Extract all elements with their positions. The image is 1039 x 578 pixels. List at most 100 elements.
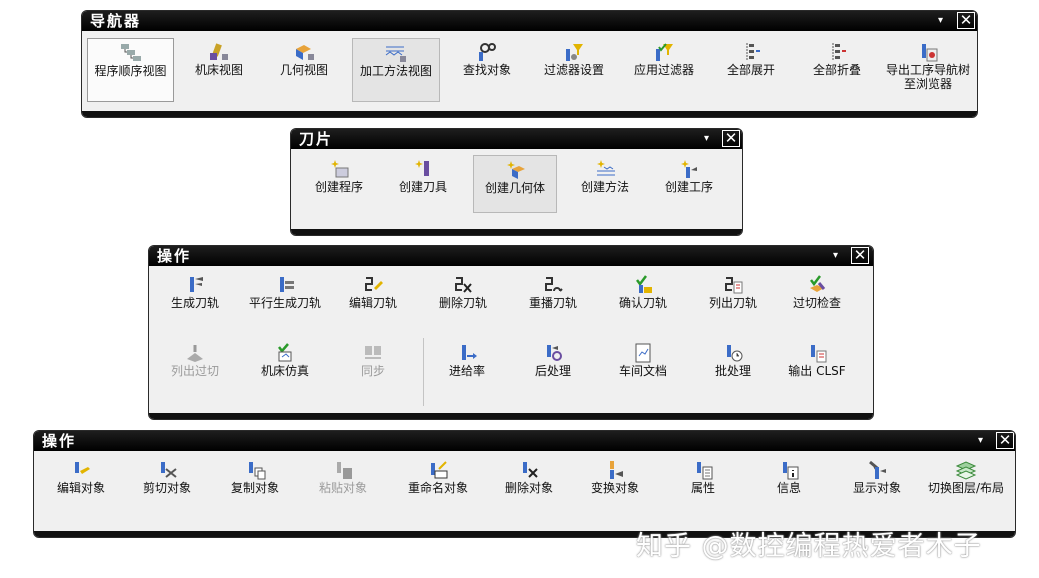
- replay-toolpath-label: 重播刀轨: [528, 296, 577, 310]
- program-order-view-button[interactable]: 程序顺序视图: [87, 38, 174, 102]
- feed-rate-label: 进给率: [448, 364, 485, 378]
- export-to-browser-button[interactable]: 导出工序导航树至浏览器: [882, 38, 974, 108]
- feed-rate-button[interactable]: 进给率: [429, 342, 505, 394]
- cut-object-button[interactable]: 剪切对象: [128, 459, 206, 511]
- close-icon[interactable]: ✕: [996, 432, 1014, 449]
- dropdown-arrow-icon[interactable]: ▾: [833, 249, 838, 263]
- show-object-button[interactable]: 显示对象: [838, 459, 916, 511]
- navigator-bottom-bar: [82, 111, 977, 117]
- apply-filter-label: 应用过滤器: [633, 63, 694, 77]
- delete-object-button[interactable]: 删除对象: [490, 459, 568, 511]
- replay-toolpath-button[interactable]: 重播刀轨: [515, 274, 591, 326]
- list-toolpath-icon: [725, 277, 743, 294]
- copy-object-button[interactable]: 复制对象: [216, 459, 294, 511]
- collapse-all-label: 全部折叠: [812, 63, 861, 77]
- apply-filter-button[interactable]: 应用过滤器: [622, 38, 706, 102]
- create-tool-label: 创建刀具: [398, 180, 447, 194]
- synchronize-button[interactable]: 同步: [335, 342, 411, 394]
- properties-icon: [697, 462, 713, 480]
- expand-all-label: 全部展开: [726, 63, 775, 77]
- machine-simulation-button[interactable]: 机床仿真: [241, 342, 329, 394]
- feed-rate-icon: [462, 345, 477, 360]
- parallel-generate-toolpath-button[interactable]: 平行生成刀轨: [241, 274, 329, 326]
- collapse-all-button[interactable]: 全部折叠: [798, 38, 876, 102]
- delete-toolpath-label: 删除刀轨: [438, 296, 487, 310]
- create-program-button[interactable]: 创建程序: [303, 155, 375, 213]
- verify-toolpath-icon: [636, 275, 652, 293]
- show-object-icon: [869, 460, 886, 479]
- filter-settings-button[interactable]: 过滤器设置: [532, 38, 616, 102]
- machining-method-view-button[interactable]: 加工方法视图: [352, 38, 440, 102]
- create-tool-button[interactable]: 创建刀具: [387, 155, 459, 213]
- delete-toolpath-button[interactable]: 删除刀轨: [425, 274, 501, 326]
- create-geometry-icon: [507, 161, 525, 179]
- shop-documentation-button[interactable]: 车间文档: [605, 342, 681, 394]
- switch-layer-layout-button[interactable]: 切换图层/布局: [924, 459, 1008, 519]
- batch-process-icon: [727, 345, 743, 362]
- edit-object-label: 编辑对象: [56, 481, 105, 495]
- find-object-button[interactable]: 查找对象: [448, 38, 526, 102]
- paste-object-button[interactable]: 粘贴对象: [304, 459, 382, 511]
- rename-object-icon: [431, 461, 448, 479]
- machine-simulation-icon: [278, 343, 292, 362]
- show-object-label: 显示对象: [852, 481, 901, 495]
- create-program-icon: [331, 160, 349, 178]
- close-icon[interactable]: ✕: [957, 12, 975, 29]
- gouge-check-label: 过切检查: [792, 296, 841, 310]
- machine-view-button[interactable]: 机床视图: [180, 38, 258, 102]
- list-gouges-label: 列出过切: [170, 364, 219, 378]
- verify-toolpath-label: 确认刀轨: [618, 296, 667, 310]
- dropdown-arrow-icon[interactable]: ▾: [938, 14, 943, 28]
- post-process-label: 后处理: [534, 364, 571, 378]
- objects-toolbar: 操作 ▾ ✕ 编辑对象 剪切对象 复制对象 粘贴对象 重命名对象 删除对象 变换…: [33, 430, 1016, 538]
- objects-title-bar[interactable]: 操作 ▾ ✕: [34, 431, 1015, 451]
- shop-documentation-icon: [635, 343, 651, 363]
- close-icon[interactable]: ✕: [722, 130, 740, 147]
- filter-settings-icon: [566, 44, 583, 61]
- rename-object-button[interactable]: 重命名对象: [392, 459, 484, 511]
- collapse-all-icon: [832, 43, 846, 61]
- rename-object-label: 重命名对象: [407, 481, 468, 495]
- verify-toolpath-button[interactable]: 确认刀轨: [605, 274, 681, 326]
- parallel-generate-toolpath-icon: [280, 277, 294, 292]
- dropdown-arrow-icon[interactable]: ▾: [978, 434, 983, 448]
- information-button[interactable]: 信息: [750, 459, 828, 511]
- copy-object-icon: [249, 462, 266, 480]
- shop-documentation-label: 车间文档: [618, 364, 667, 378]
- expand-all-button[interactable]: 全部展开: [712, 38, 790, 102]
- create-method-button[interactable]: 创建方法: [569, 155, 641, 213]
- post-process-button[interactable]: 后处理: [515, 342, 591, 394]
- edit-toolpath-icon: [365, 277, 383, 291]
- dropdown-arrow-icon[interactable]: ▾: [704, 132, 709, 146]
- transform-object-button[interactable]: 变换对象: [576, 459, 654, 511]
- machining-method-view-label: 加工方法视图: [359, 64, 432, 78]
- program-order-view-label: 程序顺序视图: [94, 64, 167, 78]
- delete-object-label: 删除对象: [504, 481, 553, 495]
- properties-button[interactable]: 属性: [664, 459, 742, 511]
- list-toolpath-button[interactable]: 列出刀轨: [695, 274, 771, 326]
- machine-view-label: 机床视图: [194, 63, 243, 77]
- batch-process-button[interactable]: 批处理: [695, 342, 771, 394]
- paste-object-icon: [337, 462, 352, 479]
- edit-object-button[interactable]: 编辑对象: [42, 459, 120, 511]
- create-method-label: 创建方法: [580, 180, 629, 194]
- operations-title-bar[interactable]: 操作 ▾ ✕: [149, 246, 873, 266]
- copy-object-label: 复制对象: [230, 481, 279, 495]
- export-to-browser-label: 导出工序导航树至浏览器: [885, 63, 970, 91]
- insert-title-bar[interactable]: 刀片 ▾ ✕: [291, 129, 742, 149]
- switch-layer-layout-icon: [955, 461, 977, 480]
- program-order-view-icon: [120, 44, 141, 61]
- list-gouges-button[interactable]: 列出过切: [155, 342, 235, 394]
- create-operation-button[interactable]: 创建工序: [653, 155, 725, 213]
- find-object-label: 查找对象: [462, 63, 511, 77]
- expand-all-icon: [746, 43, 760, 61]
- generate-toolpath-button[interactable]: 生成刀轨: [155, 274, 235, 326]
- gouge-check-button[interactable]: 过切检查: [777, 274, 857, 326]
- close-icon[interactable]: ✕: [851, 247, 869, 264]
- navigator-title-bar[interactable]: 导航器 ▾ ✕: [82, 11, 977, 31]
- output-clsf-button[interactable]: 输出 CLSF: [777, 342, 857, 394]
- create-geometry-button[interactable]: 创建几何体: [473, 155, 557, 213]
- insert-toolbar: 刀片 ▾ ✕ 创建程序 创建刀具 创建几何体 创建方法 创建工序: [290, 128, 743, 236]
- geometry-view-button[interactable]: 几何视图: [265, 38, 343, 102]
- edit-toolpath-button[interactable]: 编辑刀轨: [335, 274, 411, 326]
